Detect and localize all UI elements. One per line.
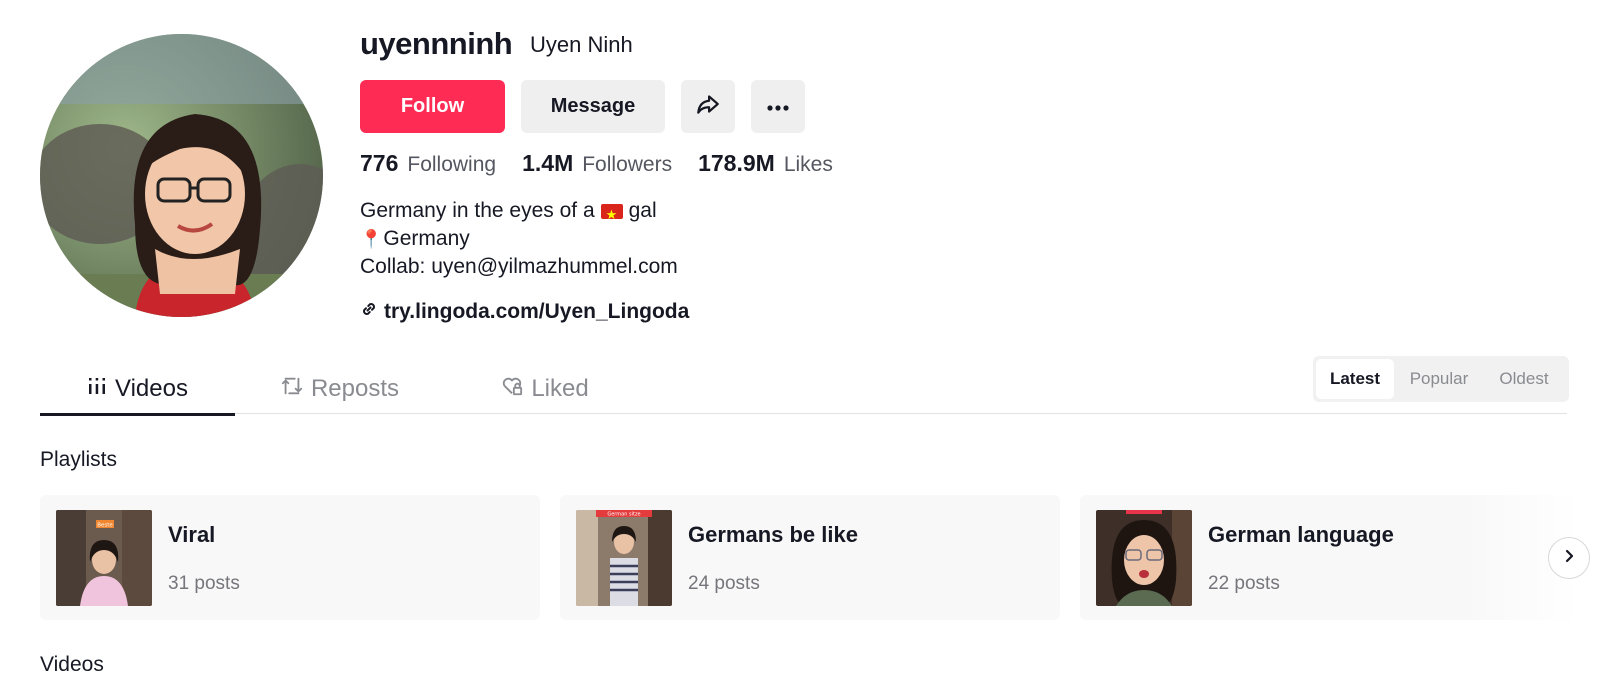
sort-control: Latest Popular Oldest bbox=[1313, 356, 1569, 402]
stat-value: 178.9M bbox=[698, 150, 775, 176]
link-icon bbox=[360, 300, 384, 324]
stat-followers[interactable]: 1.4M Followers bbox=[522, 150, 672, 177]
stat-label: Followers bbox=[582, 153, 673, 176]
bio-line: Collab: uyen@yilmazhummel.com bbox=[360, 253, 678, 281]
more-options-button[interactable] bbox=[751, 80, 805, 133]
follow-button[interactable]: Follow bbox=[360, 80, 505, 133]
thumb-caption: Beste bbox=[97, 523, 113, 529]
sort-latest[interactable]: Latest bbox=[1316, 359, 1394, 399]
stat-following[interactable]: 776 Following bbox=[360, 150, 496, 177]
sort-oldest[interactable]: Oldest bbox=[1484, 359, 1564, 399]
tab-reposts[interactable]: Reposts bbox=[270, 364, 410, 414]
playlist-count: 24 posts bbox=[688, 573, 760, 594]
tab-label: Reposts bbox=[310, 375, 400, 402]
tab-videos[interactable]: Videos bbox=[40, 364, 235, 416]
playlist-card[interactable]: Beste Viral 31 posts bbox=[40, 495, 540, 620]
profile-avatar[interactable] bbox=[40, 34, 323, 317]
videos-heading: Videos bbox=[40, 653, 104, 676]
playlist-count: 22 posts bbox=[1208, 573, 1280, 594]
more-icon bbox=[766, 95, 790, 118]
profile-stats: 776 Following 1.4M Followers 178.9M Like… bbox=[360, 150, 859, 177]
playlist-title: German language bbox=[1208, 522, 1394, 547]
bio-text: Collab: uyen@yilmazhummel.com bbox=[360, 255, 678, 278]
display-name: Uyen Ninh bbox=[530, 32, 633, 57]
playlist-title: Viral bbox=[168, 522, 216, 547]
chevron-right-icon bbox=[1562, 549, 1576, 568]
tab-label: Videos bbox=[115, 374, 188, 402]
playlist-card[interactable]: German sitze Germans be like 24 posts bbox=[560, 495, 1060, 620]
stat-label: Following bbox=[407, 153, 497, 176]
stat-value: 776 bbox=[360, 150, 399, 176]
stat-likes: 178.9M Likes bbox=[698, 150, 833, 177]
bio-text: gal bbox=[628, 199, 657, 222]
bio-text: Germany in the eyes of a bbox=[360, 199, 595, 222]
playlist-thumbnail: German sitze bbox=[576, 510, 672, 606]
message-button[interactable]: Message bbox=[521, 80, 665, 133]
playlist-count: 31 posts bbox=[168, 573, 240, 594]
bio-line: Germany in the eyes of a gal bbox=[360, 197, 678, 229]
bio-link[interactable]: try.lingoda.com/Uyen_Lingoda bbox=[360, 300, 689, 324]
share-button[interactable] bbox=[681, 80, 735, 133]
tab-liked[interactable]: Liked bbox=[490, 364, 600, 414]
profile-bio: Germany in the eyes of a gal 📍 Germany C… bbox=[360, 197, 678, 281]
stat-value: 1.4M bbox=[522, 150, 574, 176]
playlist-thumbnail bbox=[1096, 510, 1192, 606]
share-icon bbox=[695, 91, 721, 123]
playlist-carousel: Beste Viral 31 posts German sitze German… bbox=[40, 495, 1600, 620]
playlist-title: Germans be like bbox=[688, 522, 858, 547]
bio-text: Germany bbox=[383, 227, 470, 250]
username: uyennninh bbox=[360, 26, 513, 61]
grid-icon bbox=[87, 375, 115, 403]
vietnam-flag-icon bbox=[600, 201, 623, 229]
playlists-heading: Playlists bbox=[40, 448, 118, 471]
link-text[interactable]: try.lingoda.com/Uyen_Lingoda bbox=[384, 300, 689, 324]
stat-label: Likes bbox=[783, 153, 833, 176]
heart-lock-icon bbox=[501, 375, 531, 404]
repost-icon bbox=[281, 375, 311, 404]
sort-popular[interactable]: Popular bbox=[1394, 359, 1484, 399]
thumb-caption: German sitze bbox=[607, 512, 640, 518]
playlist-thumbnail: Beste bbox=[56, 510, 152, 606]
pin-icon: 📍 bbox=[360, 229, 383, 249]
bio-line: 📍 Germany bbox=[360, 225, 678, 253]
carousel-next-button[interactable] bbox=[1548, 537, 1590, 579]
tab-label: Liked bbox=[531, 375, 589, 402]
